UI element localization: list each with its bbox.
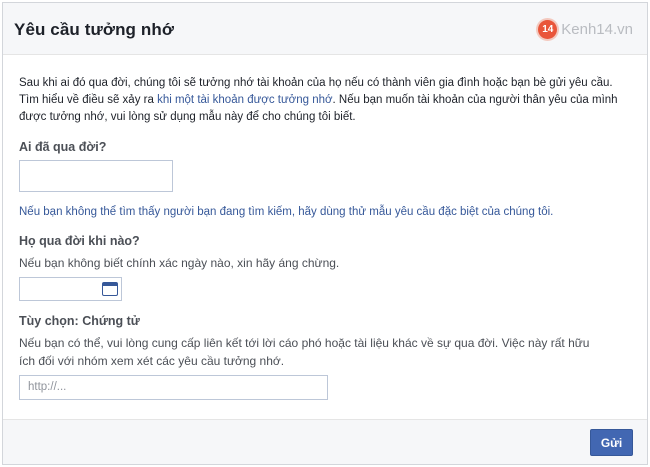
- proof-link-input[interactable]: http://...: [19, 375, 328, 400]
- memorialized-account-link[interactable]: khi một tài khoản được tưởng nhớ: [157, 94, 332, 106]
- when-label: Họ qua đời khi nào?: [19, 234, 140, 248]
- special-request-link[interactable]: Nếu bạn không thể tìm thấy người bạn đan…: [19, 206, 553, 218]
- dialog-footer: Gửi: [3, 419, 647, 464]
- who-label: Ai đã qua đời?: [19, 140, 107, 154]
- watermark-logo: 14 Kenh14.vn: [538, 20, 633, 39]
- memorialization-dialog: Yêu cầu tưởng nhớ 14 Kenh14.vn Sau khi a…: [2, 2, 648, 465]
- death-date-input[interactable]: [19, 277, 122, 301]
- dialog-title: Yêu cầu tưởng nhớ: [14, 20, 175, 39]
- proof-hint-line2: ích đối với nhóm xem xét các yêu cầu tưở…: [19, 354, 285, 368]
- intro-text: Sau khi ai đó qua đời, chúng tôi sẽ tưởn…: [19, 75, 631, 126]
- calendar-icon[interactable]: [102, 282, 118, 296]
- proof-link-placeholder: http://...: [28, 381, 67, 393]
- dialog-body: Sau khi ai đó qua đời, chúng tôi sẽ tưởn…: [19, 75, 631, 126]
- dialog-header: Yêu cầu tưởng nhớ 14 Kenh14.vn: [3, 3, 647, 55]
- watermark-text: Kenh14.vn: [561, 21, 633, 38]
- deceased-name-input[interactable]: [19, 160, 173, 192]
- kenh14-badge-icon: 14: [538, 20, 558, 39]
- submit-button[interactable]: Gửi: [590, 429, 633, 456]
- proof-hint-line1: Nếu bạn có thể, vui lòng cung cấp liên k…: [19, 336, 590, 350]
- proof-label: Tùy chọn: Chứng tử: [19, 314, 140, 328]
- when-hint: Nếu bạn không biết chính xác ngày nào, x…: [19, 256, 340, 270]
